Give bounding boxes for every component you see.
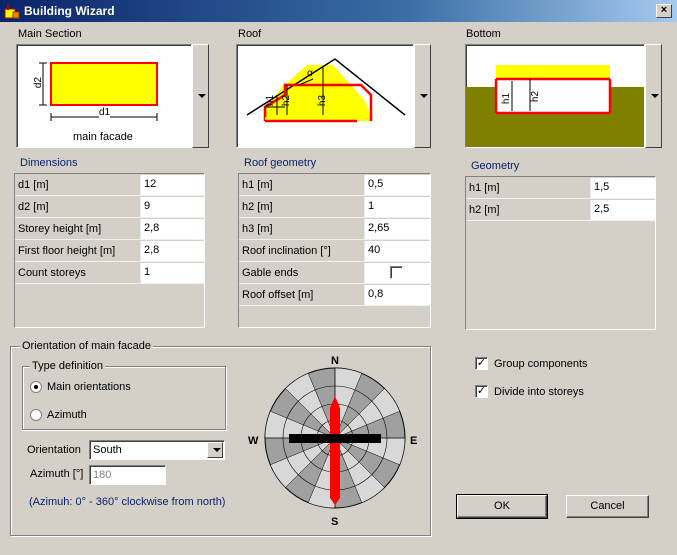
- building-wizard-icon: [4, 5, 20, 19]
- orientation-groupbox-title: Orientation of main facade: [20, 340, 154, 352]
- compass-east-label: E: [410, 435, 418, 447]
- azimuth-hint: (Azimuh: 0° - 360° clockwise from north): [29, 496, 226, 508]
- bottom-dropdown-button[interactable]: [645, 44, 662, 148]
- bottom-h2-input[interactable]: 2,5: [590, 200, 655, 220]
- orientation-select-value: South: [93, 444, 122, 456]
- azimuth-label: Azimuth [°]: [30, 468, 84, 480]
- roof-h3-input[interactable]: 2,65: [364, 219, 430, 239]
- dimensions-row: First floor height [m] 2,8: [15, 240, 204, 262]
- roof-dropdown-button[interactable]: [414, 44, 431, 148]
- roof-h2-label: h2: [281, 94, 293, 107]
- geometry-row: h2 [m] 2,5: [466, 199, 655, 221]
- storey-height-input[interactable]: 2,8: [140, 219, 204, 239]
- ok-button[interactable]: OK: [456, 494, 548, 519]
- close-button[interactable]: ×: [656, 4, 672, 18]
- roof-geometry-row: h3 [m] 2,65: [239, 218, 430, 240]
- divide-storeys-checkbox[interactable]: ✓: [475, 385, 488, 398]
- group-components-label[interactable]: Group components: [494, 358, 588, 370]
- bottom-h1-input[interactable]: 1,5: [590, 178, 655, 198]
- bottom-label: Bottom: [466, 28, 501, 40]
- first-floor-height-input[interactable]: 2,8: [140, 241, 204, 261]
- main-section-dropdown-button[interactable]: [192, 44, 209, 148]
- roof-geometry-key: h1 [m]: [242, 179, 273, 191]
- roof-geometry-key: Roof inclination [°]: [242, 245, 331, 257]
- dimensions-heading: Dimensions: [20, 157, 78, 169]
- window-title: Building Wizard: [24, 4, 115, 18]
- roof-geometry-row: h1 [m] 0,5: [239, 174, 430, 196]
- roof-geometry-row: Gable ends: [239, 262, 430, 284]
- azimuth-radio-label[interactable]: Azimuth: [47, 409, 87, 421]
- roof-angle-label: α: [307, 68, 313, 79]
- roof-label: Roof: [238, 28, 262, 40]
- geometry-heading: Geometry: [471, 160, 520, 172]
- compass-rose[interactable]: [258, 358, 420, 520]
- roof-geometry-row: h2 [m] 1: [239, 196, 430, 218]
- compass-north-label: N: [331, 355, 339, 367]
- dimensions-row: Storey height [m] 2,8: [15, 218, 204, 240]
- title-bar: Building Wizard ×: [0, 0, 677, 22]
- dimensions-grid: d1 [m] 12 d2 [m] 9 Storey height [m] 2,8…: [14, 173, 205, 328]
- roof-geometry-key: Gable ends: [242, 267, 299, 279]
- d2-label: d2: [33, 76, 45, 89]
- main-facade-caption: main facade: [73, 131, 133, 143]
- roof-geometry-key: Roof offset [m]: [242, 289, 314, 301]
- roof-inclination-input[interactable]: 40: [364, 241, 430, 261]
- main-section-preview[interactable]: d2 d1 main facade: [16, 44, 192, 148]
- bottom-preview[interactable]: h1 h2: [465, 44, 645, 148]
- geometry-key: h2 [m]: [469, 204, 500, 216]
- roof-geometry-row: Roof inclination [°] 40: [239, 240, 430, 262]
- dimensions-row: d2 [m] 9: [15, 196, 204, 218]
- geometry-grid: h1 [m] 1,5 h2 [m] 2,5: [465, 176, 656, 330]
- dimensions-key: Count storeys: [18, 267, 86, 279]
- main-orientations-radio[interactable]: [30, 381, 42, 393]
- dimensions-key: d2 [m]: [18, 201, 49, 213]
- roof-h1-label: h1: [265, 94, 277, 107]
- roof-geometry-key: h3 [m]: [242, 223, 273, 235]
- main-orientations-label[interactable]: Main orientations: [47, 381, 131, 393]
- dimensions-row: d1 [m] 12: [15, 174, 204, 196]
- d1-input[interactable]: 12: [140, 175, 204, 195]
- roof-geometry-row: Roof offset [m] 0,8: [239, 284, 430, 306]
- roof-offset-input[interactable]: 0,8: [364, 285, 430, 305]
- main-section-label: Main Section: [18, 28, 82, 40]
- orientation-select-arrow[interactable]: [207, 442, 223, 458]
- azimuth-input[interactable]: 180: [89, 465, 166, 485]
- gable-ends-checkbox[interactable]: [390, 266, 403, 279]
- count-storeys-input[interactable]: 1: [140, 263, 204, 283]
- type-definition-title: Type definition: [30, 360, 105, 372]
- roof-geometry-grid: h1 [m] 0,5 h2 [m] 1 h3 [m] 2,65 Roof inc…: [238, 173, 431, 328]
- roof-geometry-heading: Roof geometry: [244, 157, 317, 169]
- dimensions-key: First floor height [m]: [18, 245, 116, 257]
- roof-preview[interactable]: h1 h2 h3 α: [236, 44, 414, 148]
- bottom-h1-label: h1: [501, 92, 513, 105]
- compass-south-label: S: [331, 516, 339, 528]
- geometry-row: h1 [m] 1,5: [466, 177, 655, 199]
- roof-geometry-key: h2 [m]: [242, 201, 273, 213]
- compass-facade-bar: [289, 434, 381, 443]
- cancel-button[interactable]: Cancel: [566, 495, 649, 518]
- d1-label: d1: [99, 107, 111, 118]
- roof-h2-input[interactable]: 1: [364, 197, 430, 217]
- roof-h1-input[interactable]: 0,5: [364, 175, 430, 195]
- roof-h3-label: h3: [317, 94, 329, 107]
- group-components-checkbox[interactable]: ✓: [475, 357, 488, 370]
- dimensions-row: Count storeys 1: [15, 262, 204, 284]
- compass-needle: [330, 396, 340, 505]
- dimensions-key: Storey height [m]: [18, 223, 102, 235]
- d2-input[interactable]: 9: [140, 197, 204, 217]
- compass-west-label: W: [248, 435, 259, 447]
- gable-ends-cell: [364, 263, 430, 283]
- orientation-select[interactable]: South: [89, 440, 225, 460]
- geometry-key: h1 [m]: [469, 182, 500, 194]
- divide-storeys-label[interactable]: Divide into storeys: [494, 386, 584, 398]
- dimensions-key: d1 [m]: [18, 179, 49, 191]
- bottom-h2-label: h2: [530, 90, 542, 103]
- bottom-drawing: [466, 65, 644, 147]
- orientation-label: Orientation: [27, 444, 81, 456]
- azimuth-radio[interactable]: [30, 409, 42, 421]
